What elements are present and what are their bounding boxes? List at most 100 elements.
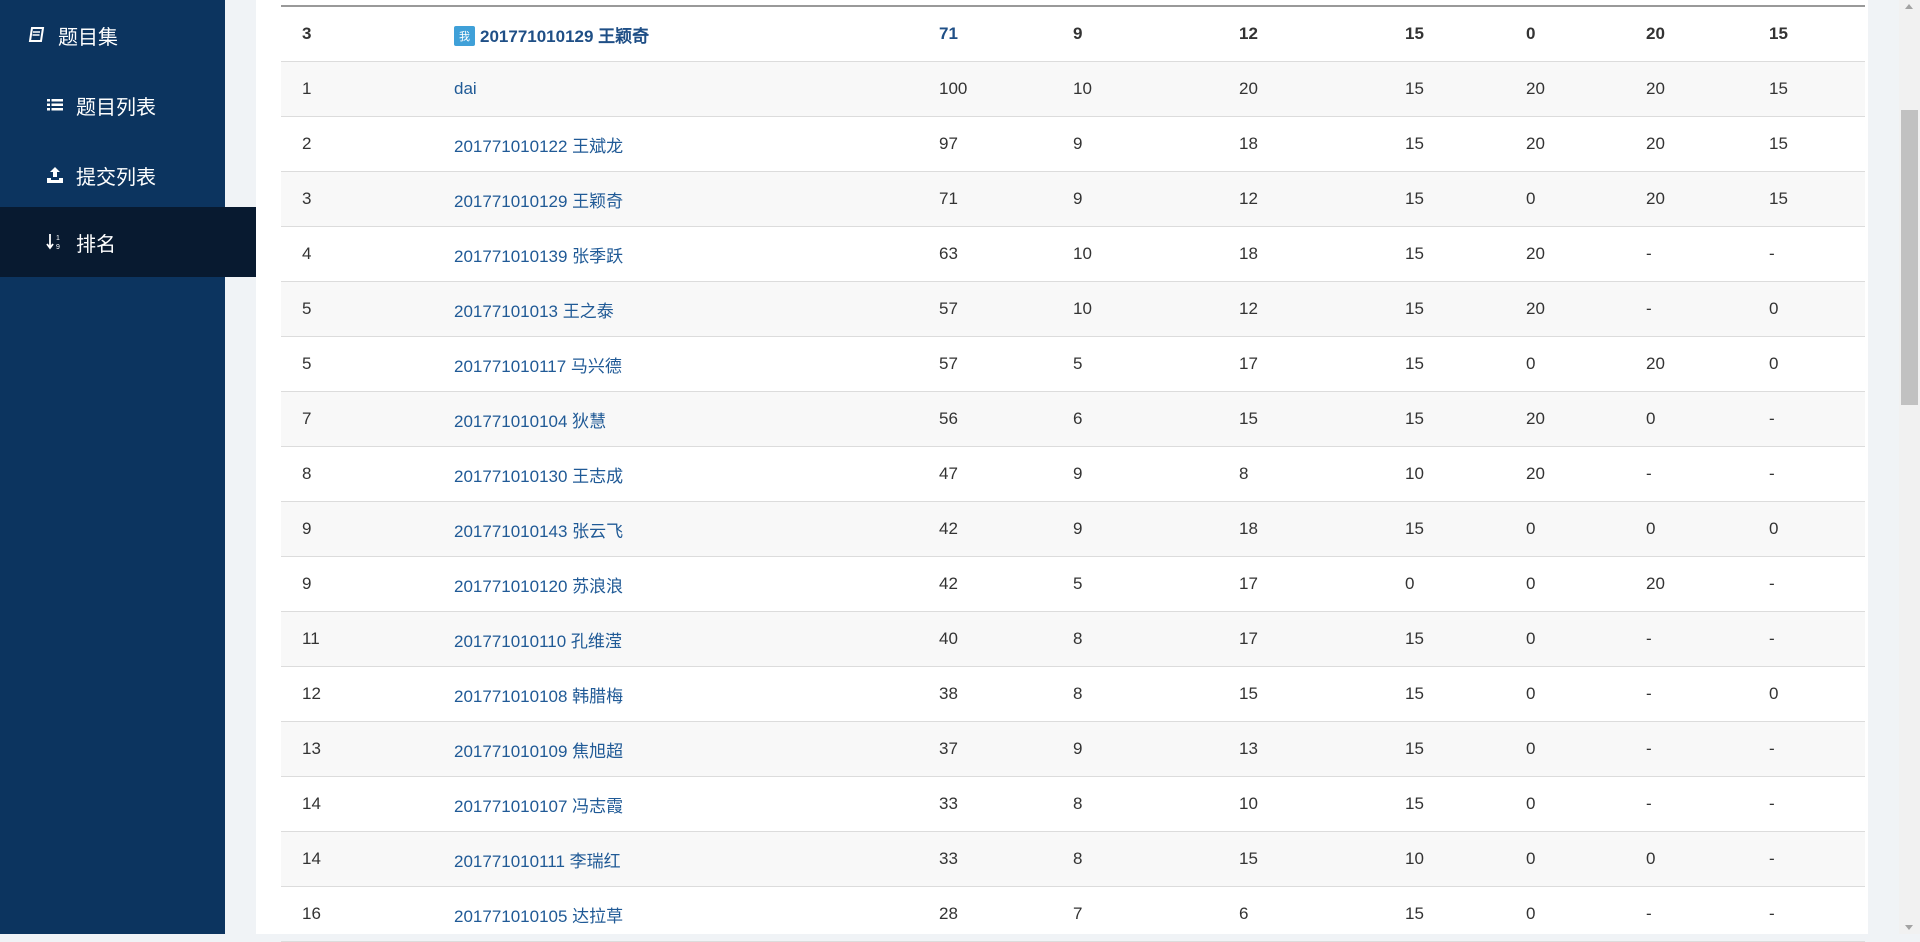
problem-score-cell: 15 xyxy=(1239,831,1405,887)
problem-score-cell: - xyxy=(1646,281,1769,337)
total-score-cell: 57 xyxy=(939,336,1073,392)
problem-score-cell: 0 xyxy=(1405,556,1526,612)
user-link[interactable]: 201771010107 冯志霞 xyxy=(454,797,623,816)
problem-score-cell: 10 xyxy=(1239,776,1405,832)
problem-score-cell: 0 xyxy=(1769,666,1865,722)
user-cell: 201771010120 苏浪浪 xyxy=(454,556,939,612)
problem-score-cell: 15 xyxy=(1405,611,1526,667)
problem-score-cell: 18 xyxy=(1239,116,1405,172)
user-link[interactable]: 201771010130 王志成 xyxy=(454,467,623,486)
rank-cell: 7 xyxy=(281,391,454,447)
rank-cell: 14 xyxy=(281,776,454,832)
problem-score-cell: 15 xyxy=(1405,886,1526,942)
table-row: 1 dai 100 10 20 15 20 20 15 xyxy=(281,61,1865,117)
user-cell: 201771010107 冯志霞 xyxy=(454,776,939,832)
total-score-cell: 37 xyxy=(939,721,1073,777)
problem-score-cell: 20 xyxy=(1646,6,1769,62)
problem-score-cell: 10 xyxy=(1073,281,1239,337)
sidebar-item-submission-list[interactable]: 提交列表 xyxy=(0,140,271,210)
problem-score-cell: 12 xyxy=(1239,171,1405,227)
user-link[interactable]: 201771010108 韩腊梅 xyxy=(454,687,623,706)
user-cell: dai xyxy=(454,61,939,117)
problem-score-cell: - xyxy=(1646,666,1769,722)
my-rank-row: 3 我 201771010129 王颖奇 71 9 12 15 0 20 15 xyxy=(281,6,1865,62)
user-link[interactable]: 201771010104 狄慧 xyxy=(454,412,606,431)
user-cell: 201771010122 王斌龙 xyxy=(454,116,939,172)
total-score-cell: 97 xyxy=(939,116,1073,172)
problem-score-cell: 0 xyxy=(1526,556,1646,612)
problem-score-cell: 8 xyxy=(1073,831,1239,887)
scroll-up-icon[interactable] xyxy=(1905,4,1913,9)
rank-cell: 1 xyxy=(281,61,454,117)
user-cell: 201771010117 马兴德 xyxy=(454,336,939,392)
problem-score-cell: 20 xyxy=(1646,116,1769,172)
problem-score-cell: - xyxy=(1646,446,1769,502)
total-score-cell: 33 xyxy=(939,776,1073,832)
problem-score-cell: 15 xyxy=(1405,666,1526,722)
problem-score-cell: - xyxy=(1769,226,1865,282)
problem-score-cell: 0 xyxy=(1526,831,1646,887)
sidebar-item-problem-set[interactable]: 题目集 xyxy=(0,0,253,70)
sidebar-item-label: 提交列表 xyxy=(76,166,156,189)
user-link[interactable]: 201771010110 孔维滢 xyxy=(454,632,622,651)
user-link[interactable]: 20177101013 王之泰 xyxy=(454,302,614,321)
problem-score-cell: 18 xyxy=(1239,501,1405,557)
problem-score-cell: 20 xyxy=(1646,171,1769,227)
problem-score-cell: 20 xyxy=(1526,446,1646,502)
scroll-down-icon[interactable] xyxy=(1905,925,1913,930)
problem-score-cell: 0 xyxy=(1526,776,1646,832)
user-link[interactable]: 201771010139 张季跃 xyxy=(454,247,623,266)
rank-cell: 13 xyxy=(281,721,454,777)
user-link[interactable]: 201771010129 王颖奇 xyxy=(480,27,649,46)
user-cell: 201771010105 达拉草 xyxy=(454,886,939,942)
user-link[interactable]: 201771010105 达拉草 xyxy=(454,907,623,926)
problem-score-cell: 9 xyxy=(1073,501,1239,557)
problem-score-cell: 0 xyxy=(1526,6,1646,62)
table-row: 9 201771010143 张云飞 42 9 18 15 0 0 0 xyxy=(281,501,1865,557)
user-link[interactable]: 201771010122 王斌龙 xyxy=(454,137,623,156)
user-link[interactable]: 201771010111 李瑞红 xyxy=(454,852,621,871)
sort-numeric-icon: 19 xyxy=(46,233,64,251)
problem-score-cell: 0 xyxy=(1526,171,1646,227)
sidebar-item-problem-list[interactable]: 题目列表 xyxy=(0,70,271,140)
table-row: 11 201771010110 孔维滢 40 8 17 15 0- - xyxy=(281,611,1865,667)
problem-score-cell: 0 xyxy=(1769,281,1865,337)
problem-score-cell: - xyxy=(1646,611,1769,667)
problem-score-cell: 8 xyxy=(1073,776,1239,832)
list-icon xyxy=(46,96,64,114)
problem-score-cell: - xyxy=(1769,446,1865,502)
vertical-scrollbar[interactable] xyxy=(1899,0,1920,934)
problem-score-cell: 15 xyxy=(1769,6,1865,62)
user-link[interactable]: 201771010109 焦旭超 xyxy=(454,742,623,761)
user-link[interactable]: 201771010117 马兴德 xyxy=(454,357,622,376)
user-link[interactable]: 201771010143 张云飞 xyxy=(454,522,623,541)
problem-score-cell: - xyxy=(1769,831,1865,887)
user-cell: 201771010108 韩腊梅 xyxy=(454,666,939,722)
total-score-cell: 42 xyxy=(939,501,1073,557)
rank-cell: 9 xyxy=(281,556,454,612)
problem-score-cell: 20 xyxy=(1646,336,1769,392)
sidebar-item-ranking[interactable]: 19 排名 xyxy=(0,207,271,277)
problem-score-cell: 12 xyxy=(1239,6,1405,62)
problem-score-cell: 17 xyxy=(1239,556,1405,612)
problem-score-cell: 0 xyxy=(1769,336,1865,392)
problem-score-cell: 15 xyxy=(1405,721,1526,777)
user-link[interactable]: 201771010129 王颖奇 xyxy=(454,192,623,211)
user-link[interactable]: dai xyxy=(454,79,477,98)
problem-score-cell: 5 xyxy=(1073,336,1239,392)
user-cell: 201771010104 狄慧 xyxy=(454,391,939,447)
scrollbar-thumb[interactable] xyxy=(1901,110,1918,405)
total-score-cell: 56 xyxy=(939,391,1073,447)
problem-score-cell: 13 xyxy=(1239,721,1405,777)
upload-icon xyxy=(46,166,64,184)
problem-score-cell: 10 xyxy=(1405,831,1526,887)
problem-score-cell: 20 xyxy=(1646,61,1769,117)
problem-score-cell: 15 xyxy=(1239,391,1405,447)
rank-cell: 5 xyxy=(281,281,454,337)
rank-cell: 12 xyxy=(281,666,454,722)
problem-score-cell: 15 xyxy=(1405,281,1526,337)
problem-score-cell: 10 xyxy=(1405,446,1526,502)
problem-score-cell: 20 xyxy=(1526,61,1646,117)
user-link[interactable]: 201771010120 苏浪浪 xyxy=(454,577,623,596)
problem-score-cell: 0 xyxy=(1526,666,1646,722)
